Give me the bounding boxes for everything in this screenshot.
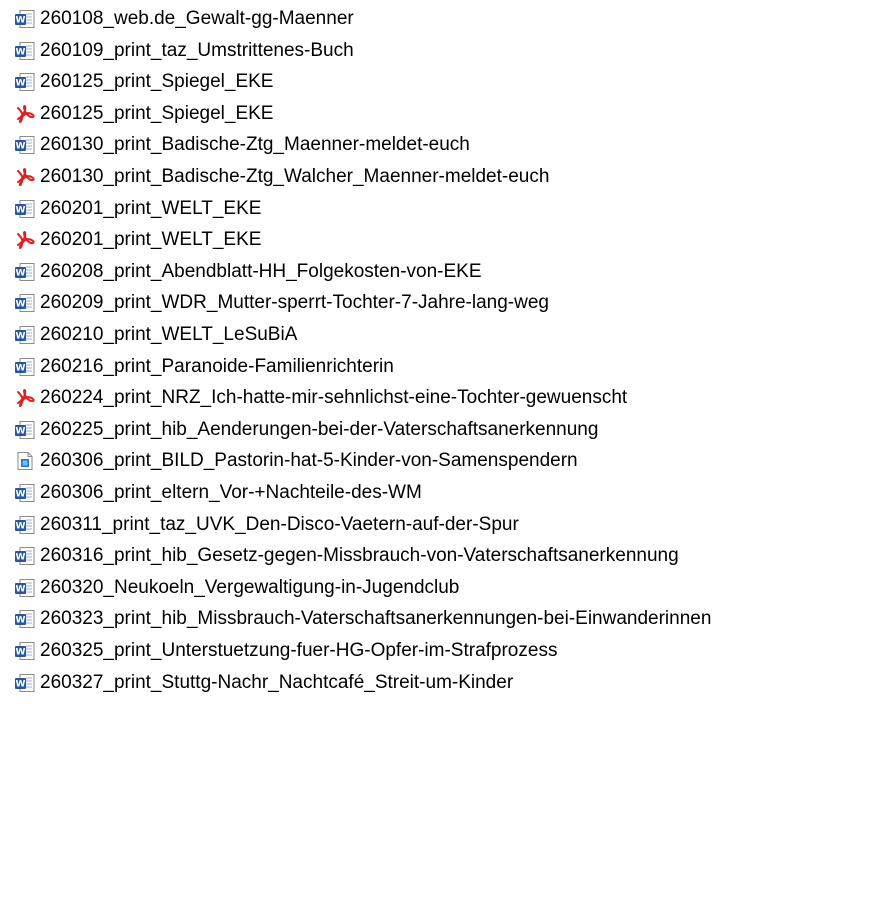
svg-text:W: W bbox=[16, 47, 26, 57]
svg-text:W: W bbox=[16, 426, 26, 436]
word-document-icon: W bbox=[14, 8, 36, 30]
svg-text:W: W bbox=[16, 79, 26, 89]
word-document-icon: W bbox=[14, 40, 36, 62]
svg-text:W: W bbox=[16, 16, 26, 26]
file-name-label: 260108_web.de_Gewalt-gg-Maenner bbox=[40, 8, 354, 29]
word-document-icon: W bbox=[14, 356, 36, 378]
svg-text:W: W bbox=[16, 521, 26, 531]
pdf-document-icon bbox=[14, 229, 36, 251]
file-name-label: 260208_print_Abendblatt-HH_Folgekosten-v… bbox=[40, 260, 482, 282]
word-document-icon: W bbox=[14, 577, 36, 599]
file-list-item[interactable]: W 260327_print_Stuttg-Nachr_Nachtcafé_St… bbox=[14, 668, 513, 698]
pdf-document-icon bbox=[14, 103, 36, 125]
file-list-item[interactable]: W 260320_Neukoeln_Vergewaltigung-in-Juge… bbox=[14, 573, 459, 603]
file-list-item[interactable]: W 260109_print_taz_Umstrittenes-Buch bbox=[14, 36, 354, 66]
file-list-item[interactable]: W 260210_print_WELT_LeSuBiA bbox=[14, 320, 297, 350]
file-name-label: 260130_print_Badische-Ztg_Maenner-meldet… bbox=[40, 134, 470, 156]
file-list-item[interactable]: W 260125_print_Spiegel_EKE bbox=[14, 67, 273, 97]
svg-text:W: W bbox=[16, 553, 26, 563]
word-document-icon: W bbox=[14, 292, 36, 314]
svg-text:W: W bbox=[16, 300, 26, 310]
word-document-icon: W bbox=[14, 134, 36, 156]
word-document-icon: W bbox=[14, 71, 36, 93]
file-list-item[interactable]: W 260130_print_Badische-Ztg_Maenner-meld… bbox=[14, 130, 470, 160]
svg-text:W: W bbox=[16, 584, 26, 594]
file-list-item[interactable]: 260130_print_Badische-Ztg_Walcher_Maenne… bbox=[14, 162, 549, 192]
word-document-icon: W bbox=[14, 608, 36, 630]
word-document-icon: W bbox=[14, 672, 36, 694]
file-name-label: 260316_print_hib_Gesetz-gegen-Missbrauch… bbox=[40, 545, 679, 567]
svg-text:W: W bbox=[16, 205, 26, 215]
pdf-document-icon bbox=[14, 166, 36, 188]
svg-text:W: W bbox=[16, 268, 26, 278]
file-name-label: 260216_print_Paranoide-Familienrichterin bbox=[40, 355, 394, 377]
pdf-document-icon bbox=[14, 387, 36, 409]
file-list-item[interactable]: W 260225_print_hib_Aenderungen-bei-der-V… bbox=[14, 415, 598, 445]
word-document-icon: W bbox=[14, 514, 36, 536]
file-list-item[interactable]: W 260311_print_taz_UVK_Den-Disco-Vaetern… bbox=[14, 510, 519, 540]
svg-text:W: W bbox=[16, 142, 26, 152]
word-document-icon: W bbox=[14, 198, 36, 220]
svg-text:W: W bbox=[16, 679, 26, 689]
file-list-item[interactable]: W 260208_print_Abendblatt-HH_Folgekosten… bbox=[14, 257, 482, 287]
file-name-label: 260201_print_WELT_EKE bbox=[40, 197, 262, 219]
file-name-label: 260210_print_WELT_LeSuBiA bbox=[40, 324, 298, 345]
file-name-label: 260130_print_Badische-Ztg_Walcher_Maenne… bbox=[40, 166, 550, 187]
file-list-item[interactable]: 260125_print_Spiegel_EKE bbox=[14, 99, 273, 129]
svg-text:W: W bbox=[16, 616, 26, 626]
svg-text:W: W bbox=[16, 332, 26, 342]
svg-text:W: W bbox=[16, 490, 26, 500]
file-name-label: 260125_print_Spiegel_EKE bbox=[40, 71, 274, 93]
file-name-label: 260323_print_hib_Missbrauch-Vaterschafts… bbox=[40, 608, 712, 630]
file-list-item[interactable]: 260224_print_NRZ_Ich-hatte-mir-sehnlichs… bbox=[14, 383, 627, 413]
file-name-label: 260306_print_eltern_Vor-+Nachteile-des-W… bbox=[40, 482, 422, 503]
file-list-item[interactable]: W 260216_print_Paranoide-Familienrichter… bbox=[14, 352, 394, 382]
image-file-icon bbox=[14, 450, 36, 472]
file-name-label: 260125_print_Spiegel_EKE bbox=[40, 102, 274, 124]
svg-text:W: W bbox=[16, 363, 26, 373]
file-list-item[interactable]: W 260209_print_WDR_Mutter-sperrt-Tochter… bbox=[14, 288, 549, 318]
word-document-icon: W bbox=[14, 324, 36, 346]
file-name-label: 260224_print_NRZ_Ich-hatte-mir-sehnlichs… bbox=[40, 387, 628, 409]
file-name-label: 260209_print_WDR_Mutter-sperrt-Tochter-7… bbox=[40, 292, 549, 314]
file-name-label: 260225_print_hib_Aenderungen-bei-der-Vat… bbox=[40, 418, 599, 440]
word-document-icon: W bbox=[14, 482, 36, 504]
file-list-item[interactable]: 260306_print_BILD_Pastorin-hat-5-Kinder-… bbox=[14, 446, 578, 476]
file-name-label: 260201_print_WELT_EKE bbox=[40, 229, 262, 251]
file-name-label: 260325_print_Unterstuetzung-fuer-HG-Opfe… bbox=[40, 640, 558, 661]
file-list-item[interactable]: W 260108_web.de_Gewalt-gg-Maenner bbox=[14, 4, 354, 34]
file-list-item[interactable]: W 260323_print_hib_Missbrauch-Vaterschaf… bbox=[14, 604, 711, 634]
file-name-label: 260327_print_Stuttg-Nachr_Nachtcafé_Stre… bbox=[40, 671, 514, 693]
file-list-item[interactable]: 260201_print_WELT_EKE bbox=[14, 225, 261, 255]
file-list-item[interactable]: W 260325_print_Unterstuetzung-fuer-HG-Op… bbox=[14, 636, 557, 666]
word-document-icon: W bbox=[14, 419, 36, 441]
svg-text:W: W bbox=[16, 648, 26, 658]
word-document-icon: W bbox=[14, 545, 36, 567]
file-list-item[interactable]: W 260201_print_WELT_EKE bbox=[14, 194, 261, 224]
word-document-icon: W bbox=[14, 640, 36, 662]
word-document-icon: W bbox=[14, 261, 36, 283]
file-name-label: 260320_Neukoeln_Vergewaltigung-in-Jugend… bbox=[40, 576, 460, 598]
file-list-item[interactable]: W 260316_print_hib_Gesetz-gegen-Missbrau… bbox=[14, 541, 679, 571]
file-name-label: 260311_print_taz_UVK_Den-Disco-Vaetern-a… bbox=[40, 513, 519, 535]
file-list-item[interactable]: W 260306_print_eltern_Vor-+Nachteile-des… bbox=[14, 478, 422, 508]
file-name-label: 260306_print_BILD_Pastorin-hat-5-Kinder-… bbox=[40, 450, 578, 472]
file-name-label: 260109_print_taz_Umstrittenes-Buch bbox=[40, 39, 354, 61]
